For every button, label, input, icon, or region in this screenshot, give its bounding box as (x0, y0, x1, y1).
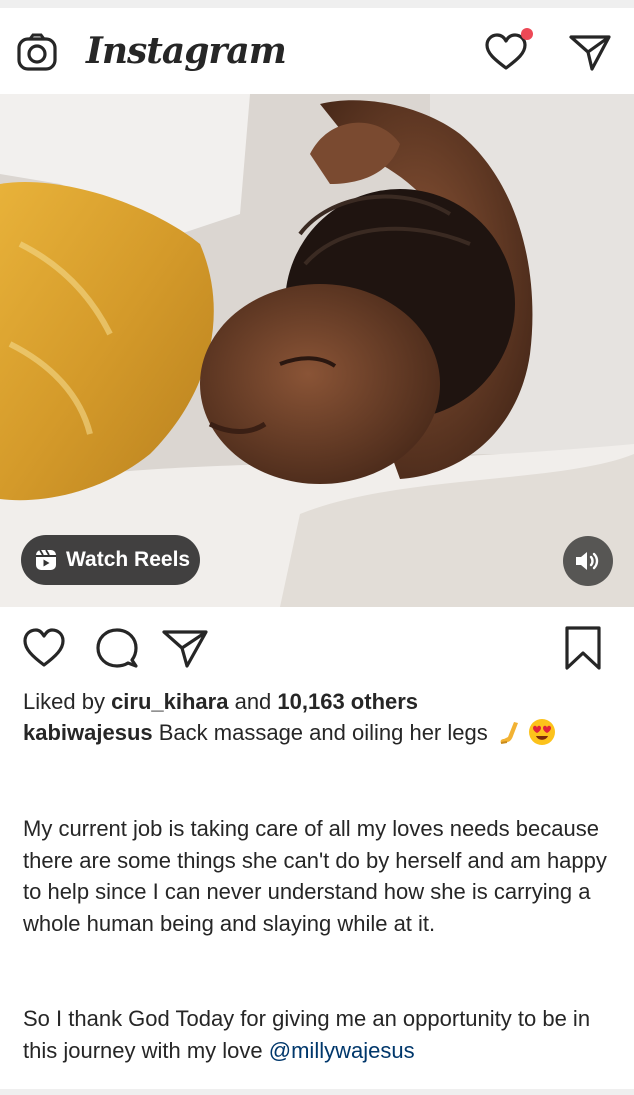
caption-paragraph-2: So I thank God Today for giving me an op… (23, 1003, 623, 1066)
status-strip (0, 0, 634, 8)
like-button[interactable] (22, 627, 66, 669)
app-logo: Instagram (86, 30, 287, 72)
likes-mid: and (228, 689, 278, 714)
likes-line: Liked by ciru_kihara and 10,163 others (23, 686, 418, 717)
author-username[interactable]: kabiwajesus (23, 720, 153, 745)
likes-count[interactable]: 10,163 others (277, 689, 418, 714)
app-header: Instagram (0, 8, 634, 94)
watch-reels-label: Watch Reels (66, 548, 191, 571)
video-frame (0, 94, 634, 607)
save-bookmark-button[interactable] (563, 625, 603, 671)
bottom-strip (0, 1089, 634, 1095)
direct-message-icon[interactable] (568, 32, 612, 72)
volume-button[interactable] (563, 536, 613, 586)
post-media[interactable]: Watch Reels (0, 94, 634, 607)
caption-text: Back massage and oiling her legs (152, 720, 494, 745)
reels-icon (36, 549, 56, 570)
speaker-icon (576, 552, 599, 570)
watch-reels-button[interactable]: Watch Reels (21, 535, 200, 585)
leg-emoji (500, 722, 518, 744)
likes-prefix: Liked by (23, 689, 112, 714)
comment-button[interactable] (95, 627, 139, 669)
share-button[interactable] (161, 627, 209, 669)
notification-dot (521, 28, 533, 40)
mention-link[interactable]: @millywajesus (269, 1038, 415, 1063)
caption-line: kabiwajesus Back massage and oiling her … (23, 717, 556, 748)
liked-by-user[interactable]: ciru_kihara (111, 689, 228, 714)
heart-eyes-emoji (528, 719, 555, 745)
caption-paragraph-1: My current job is taking care of all my … (23, 816, 607, 936)
camera-icon[interactable] (16, 32, 58, 74)
activity-heart-icon[interactable] (484, 32, 528, 72)
